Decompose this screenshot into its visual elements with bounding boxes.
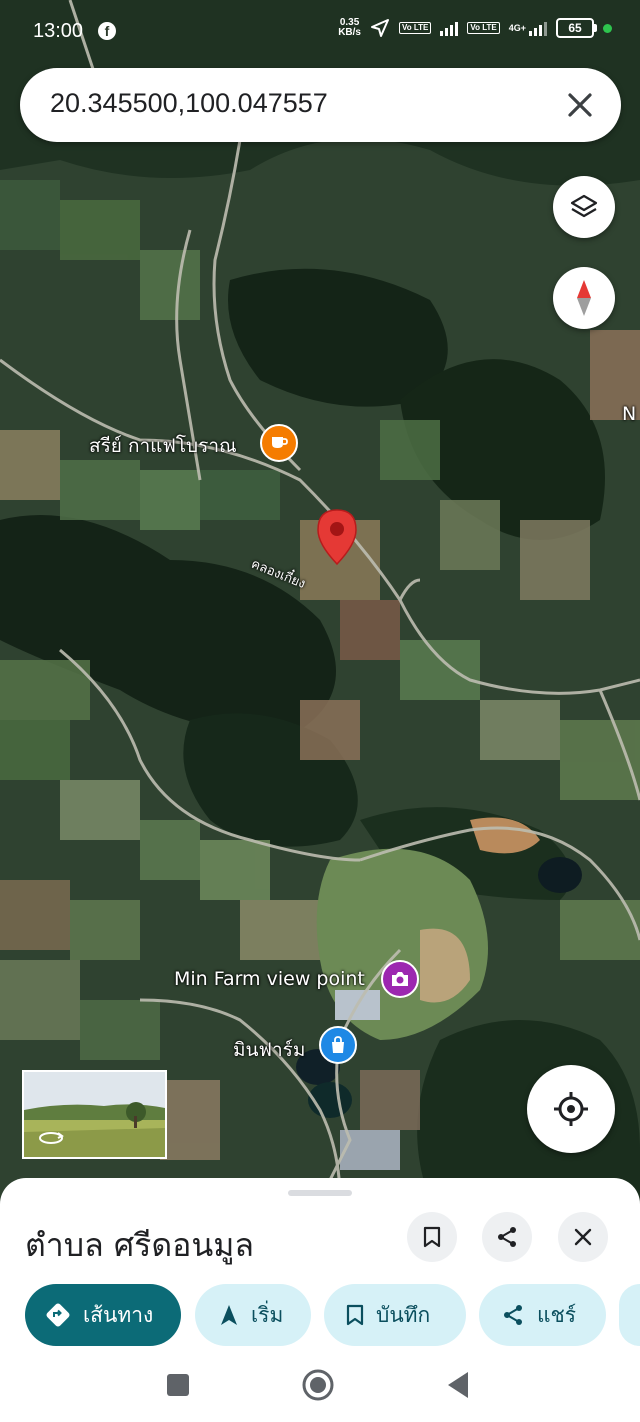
close-sheet-button[interactable] (558, 1212, 608, 1262)
shopping-bag-icon (332, 1036, 344, 1053)
status-bar: 13:00 f 0.35 KB/s Vo LTE Vo LTE 4G+ 65 (0, 0, 640, 62)
shop-marker[interactable] (319, 1026, 357, 1064)
facebook-icon: f (98, 22, 116, 40)
poi-label-viewpoint[interactable]: Min Farm view point (174, 968, 365, 990)
coffee-cup-icon (272, 437, 288, 448)
share-button[interactable]: แชร์ (479, 1284, 606, 1346)
map-edge-label: N (622, 403, 637, 425)
satellite-map[interactable] (0, 0, 640, 1200)
network-speed: 0.35 KB/s (338, 18, 361, 38)
search-query[interactable]: 20.345500,100.047557 (50, 88, 328, 119)
volte-badge: Vo LTE (467, 22, 500, 34)
location-arrow-icon (370, 19, 389, 37)
volte-badge: Vo LTE (398, 22, 432, 34)
my-location-button[interactable] (527, 1065, 615, 1153)
share-icon-button[interactable] (482, 1212, 532, 1262)
directions-icon (46, 1303, 70, 1327)
share-label: แชร์ (537, 1302, 577, 1327)
navigation-arrow-icon (221, 1305, 237, 1325)
recents-button[interactable] (167, 1374, 189, 1396)
compass-icon (577, 280, 591, 316)
my-location-icon (554, 1092, 588, 1126)
bookmark-icon (423, 1226, 441, 1248)
privacy-dot (603, 23, 612, 33)
cafe-marker[interactable] (260, 424, 298, 462)
location-pin-icon[interactable] (316, 508, 358, 566)
directions-button[interactable]: เส้นทาง (25, 1284, 181, 1346)
share-icon (498, 1227, 516, 1247)
close-icon (574, 1228, 592, 1246)
battery-icon: 65 (556, 18, 597, 38)
share-icon (504, 1305, 522, 1325)
speed-unit: KB/s (338, 27, 361, 38)
network-type: 4G+ (508, 23, 526, 33)
place-title: ตำบล ศรีดอนมูล (25, 1226, 254, 1264)
start-label: เริ่ม (251, 1302, 284, 1327)
directions-label: เส้นทาง (83, 1302, 154, 1327)
start-button[interactable]: เริ่ม (195, 1284, 311, 1346)
status-time: 13:00 (33, 20, 84, 42)
poi-label-cafe[interactable]: สรีย์ กาแฟโบราณ (89, 431, 237, 461)
layers-icon (570, 194, 598, 218)
street-view-thumbnail[interactable] (22, 1070, 167, 1159)
system-navigation-bar (0, 1363, 640, 1422)
poi-label-farm[interactable]: มินฟาร์ม (233, 1035, 305, 1065)
status-indicators: 0.35 KB/s Vo LTE Vo LTE 4G+ 65 (338, 18, 612, 38)
layers-button[interactable] (553, 176, 615, 238)
map-imagery (0, 0, 640, 1200)
sheet-drag-handle[interactable] (288, 1190, 352, 1196)
signal-icon (529, 20, 547, 36)
search-bar[interactable]: 20.345500,100.047557 (20, 68, 621, 142)
save-icon-button[interactable] (407, 1212, 457, 1262)
bookmark-icon (346, 1304, 364, 1326)
more-chip-partial[interactable] (619, 1284, 640, 1346)
close-icon[interactable] (565, 90, 595, 120)
save-button[interactable]: บันทึก (324, 1284, 466, 1346)
compass-button[interactable] (553, 267, 615, 329)
signal-icon (440, 20, 459, 36)
save-label: บันทึก (376, 1302, 431, 1327)
viewpoint-marker[interactable] (381, 960, 419, 998)
camera-icon (392, 972, 408, 986)
360-rotate-icon (39, 1132, 64, 1144)
